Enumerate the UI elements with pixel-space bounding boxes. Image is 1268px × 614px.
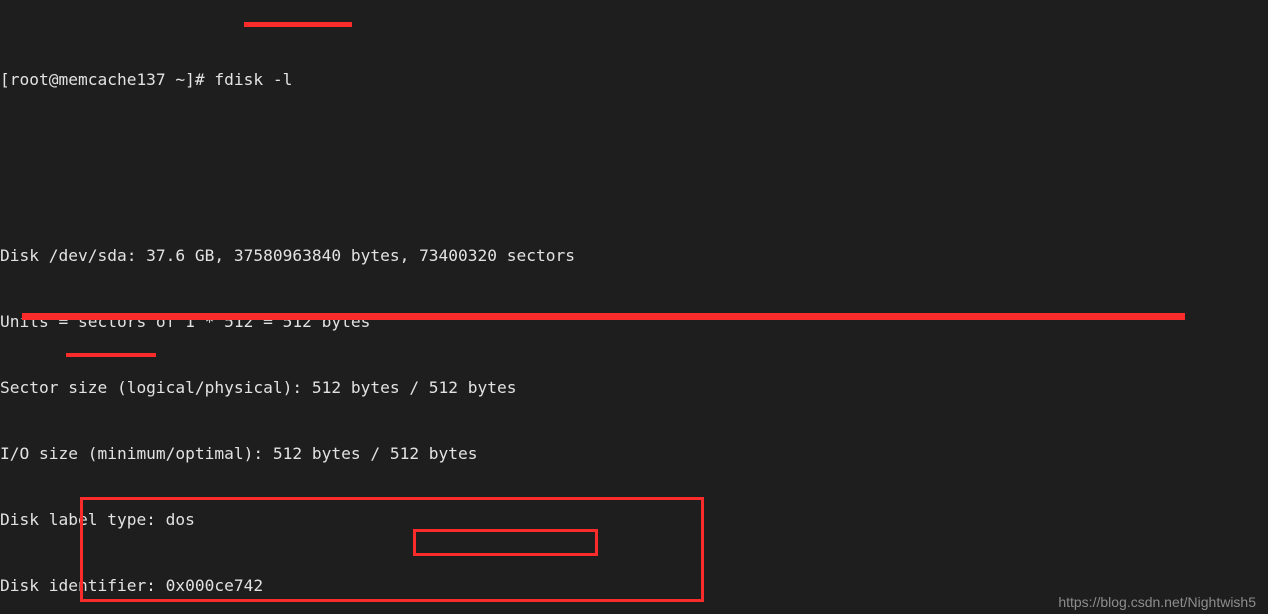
sda-io-size-line: I/O size (minimum/optimal): 512 bytes / … bbox=[0, 444, 478, 463]
microsoft-basic-box-annotation bbox=[413, 529, 598, 556]
sdb-device-underline-annotation bbox=[66, 353, 156, 357]
terminal-screen: [root@memcache137 ~]# fdisk -l Disk /dev… bbox=[0, 0, 1268, 614]
gpt-table-box-annotation bbox=[80, 497, 704, 602]
sda-sector-size-line: Sector size (logical/physical): 512 byte… bbox=[0, 378, 517, 397]
warning-underline-annotation bbox=[22, 313, 1185, 320]
shell-prompt: [root@memcache137 ~]# bbox=[0, 70, 215, 89]
command-underline-annotation bbox=[244, 22, 352, 27]
prompt-line: [root@memcache137 ~]# fdisk -l bbox=[0, 69, 1268, 91]
command-text: fdisk -l bbox=[214, 70, 293, 89]
watermark: https://blog.csdn.net/Nightwish5 bbox=[1058, 594, 1256, 610]
sda-disk-line: Disk /dev/sda: 37.6 GB, 37580963840 byte… bbox=[0, 246, 575, 265]
